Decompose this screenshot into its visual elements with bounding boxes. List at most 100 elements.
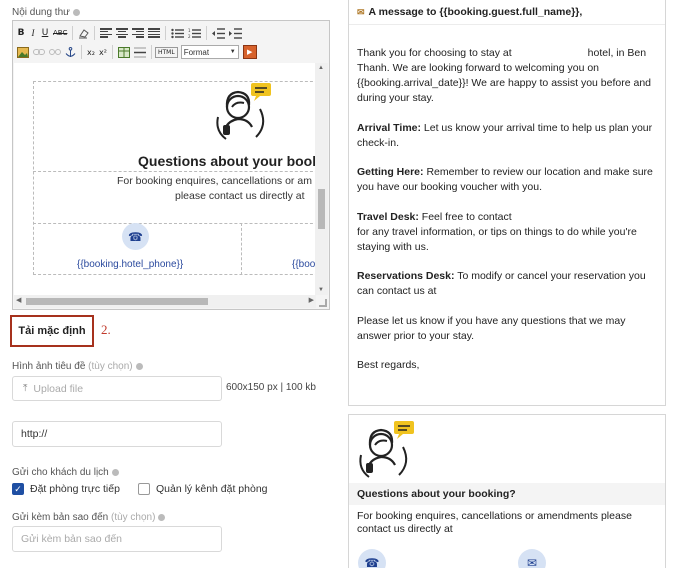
cc-label-text: Gửi kèm bản sao đến (12, 512, 109, 523)
align-right-icon (132, 28, 145, 38)
preview-support-section: Questions about your booking? For bookin… (348, 414, 666, 568)
scroll-left-icon[interactable]: ◀ (16, 296, 21, 304)
checkbox-unchecked-icon[interactable] (138, 483, 150, 495)
anchor-icon (65, 46, 76, 57)
template-row-divider (33, 171, 316, 172)
indent-icon (229, 27, 243, 39)
info-icon[interactable] (158, 513, 166, 521)
checkbox-channel-manager[interactable]: Quản lý kênh đặt phòng (138, 483, 268, 495)
reservations-label: Reservations Desk: (357, 270, 455, 282)
toolbar-divider (72, 26, 74, 40)
scroll-down-icon[interactable]: ▼ (318, 287, 324, 293)
editor-phone-placeholder-cut: {{boo (292, 259, 316, 270)
rich-text-editor[interactable]: B I U ABC 12 x₂ x² HTML Format ▼ ▶ Quest… (12, 20, 330, 310)
mail-icon: ✉ (518, 549, 546, 568)
format-select[interactable]: Format ▼ (180, 45, 239, 59)
preview-travel-desk: Travel Desk: Feel free to contact for any… (357, 210, 662, 255)
scroll-up-icon[interactable]: ▲ (318, 65, 324, 71)
send-to-label-text: Gửi cho khách du lịch (12, 467, 109, 478)
cc-email-input[interactable] (12, 526, 222, 552)
clear-format-button[interactable] (76, 25, 91, 41)
horizontal-rule-icon (134, 47, 146, 57)
support-title: Questions about your booking? (349, 483, 665, 505)
editor-vertical-scrollbar[interactable]: ▲ ▼ (315, 63, 328, 295)
subscript-button[interactable]: x₂ (85, 44, 97, 60)
template-row-divider (33, 223, 316, 224)
eraser-icon (79, 28, 90, 38)
header-image-label: Hình ảnh tiêu đề (tùy chọn) (12, 361, 143, 372)
support-agent-icon (216, 83, 271, 140)
justify-button[interactable] (146, 25, 162, 41)
checkbox-checked-icon[interactable]: ✓ (12, 483, 24, 495)
step-marker: 2. (101, 322, 111, 337)
bold-button[interactable]: B (15, 25, 27, 41)
html-source-button[interactable]: HTML (155, 46, 178, 58)
media-play-button[interactable]: ▶ (242, 45, 257, 59)
scrollbar-thumb[interactable] (26, 298, 208, 305)
editor-content-area[interactable]: Questions about your booki For booking e… (14, 63, 316, 295)
preview-intro: Thank you for choosing to stay at hotel, … (357, 46, 662, 106)
optional-tag: (tùy chọn) (110, 512, 156, 523)
checkbox-direct-booking[interactable]: ✓ Đặt phòng trực tiếp (12, 483, 120, 495)
email-preview: ✉ A message to {{booking.guest.full_name… (348, 0, 666, 406)
envelope-icon: ✉ (357, 6, 365, 17)
link-icon (33, 49, 45, 55)
anchor-button[interactable] (63, 44, 78, 60)
resize-handle-icon[interactable] (319, 299, 327, 307)
preview-intro-1: Thank you for choosing to stay at (357, 47, 512, 59)
superscript-button[interactable]: x² (97, 44, 109, 60)
preview-body: Thank you for choosing to stay at hotel, … (357, 46, 662, 388)
upload-size-hint: 600x150 px | 100 kb (226, 382, 316, 393)
content-label: Nội dung thư (12, 7, 80, 18)
toolbar-divider (81, 45, 82, 59)
link-button[interactable] (31, 44, 47, 60)
align-left-button[interactable] (98, 25, 114, 41)
align-center-button[interactable] (114, 25, 130, 41)
toolbar-divider (165, 26, 167, 40)
italic-button[interactable]: I (27, 25, 39, 41)
editor-toolbar-row-1: B I U ABC 12 (15, 24, 244, 42)
preview-regards: Best regards, (357, 359, 420, 371)
reset-default-button[interactable]: Tải mặc định (10, 315, 94, 347)
preview-getting-here: Getting Here: Remember to review our loc… (357, 165, 662, 195)
checkbox-channel-label: Quản lý kênh đặt phòng (156, 483, 268, 495)
editor-horizontal-scrollbar[interactable]: ◀ ▶ (14, 295, 316, 308)
image-button[interactable] (15, 44, 31, 60)
unlink-button[interactable] (47, 44, 63, 60)
strikethrough-button[interactable]: ABC (51, 25, 69, 41)
scroll-right-icon[interactable]: ▶ (309, 296, 314, 304)
upload-file-button[interactable]: ⤒ Upload file (12, 376, 222, 401)
editor-support-title: Questions about your booki (138, 153, 316, 169)
scrollbar-thumb[interactable] (318, 189, 325, 229)
toolbar-divider (94, 26, 96, 40)
underline-button[interactable]: U (39, 25, 51, 41)
toolbar-divider (112, 45, 113, 59)
chevron-down-icon: ▼ (229, 49, 236, 55)
travel-text-1: Feel free to contact (421, 210, 512, 223)
horizontal-rule-button[interactable] (132, 44, 148, 60)
template-col-divider (241, 223, 242, 275)
unlink-icon (49, 49, 61, 55)
outdent-icon (212, 27, 226, 39)
indent-button[interactable] (227, 25, 244, 41)
optional-tag: (tùy chọn) (88, 361, 133, 372)
numbered-list-button[interactable]: 12 (186, 25, 203, 41)
outdent-button[interactable] (210, 25, 227, 41)
upload-icon: ⤒ (23, 383, 28, 394)
bullet-list-button[interactable] (169, 25, 186, 41)
format-select-value: Format (183, 47, 210, 57)
image-url-input[interactable] (12, 421, 222, 447)
image-icon (17, 46, 29, 58)
justify-icon (148, 28, 161, 38)
align-left-icon (100, 28, 113, 38)
info-icon[interactable] (135, 362, 143, 370)
align-right-button[interactable] (130, 25, 146, 41)
table-button[interactable] (116, 44, 132, 60)
info-icon[interactable] (72, 8, 80, 16)
editor-support-text-2: please contact us directly at (175, 190, 305, 202)
toolbar-divider (206, 26, 208, 40)
bullet-list-icon (171, 28, 185, 38)
info-icon[interactable] (111, 468, 119, 476)
preview-closing: Please let us know if you have any quest… (357, 314, 626, 342)
svg-text:2: 2 (188, 34, 191, 39)
